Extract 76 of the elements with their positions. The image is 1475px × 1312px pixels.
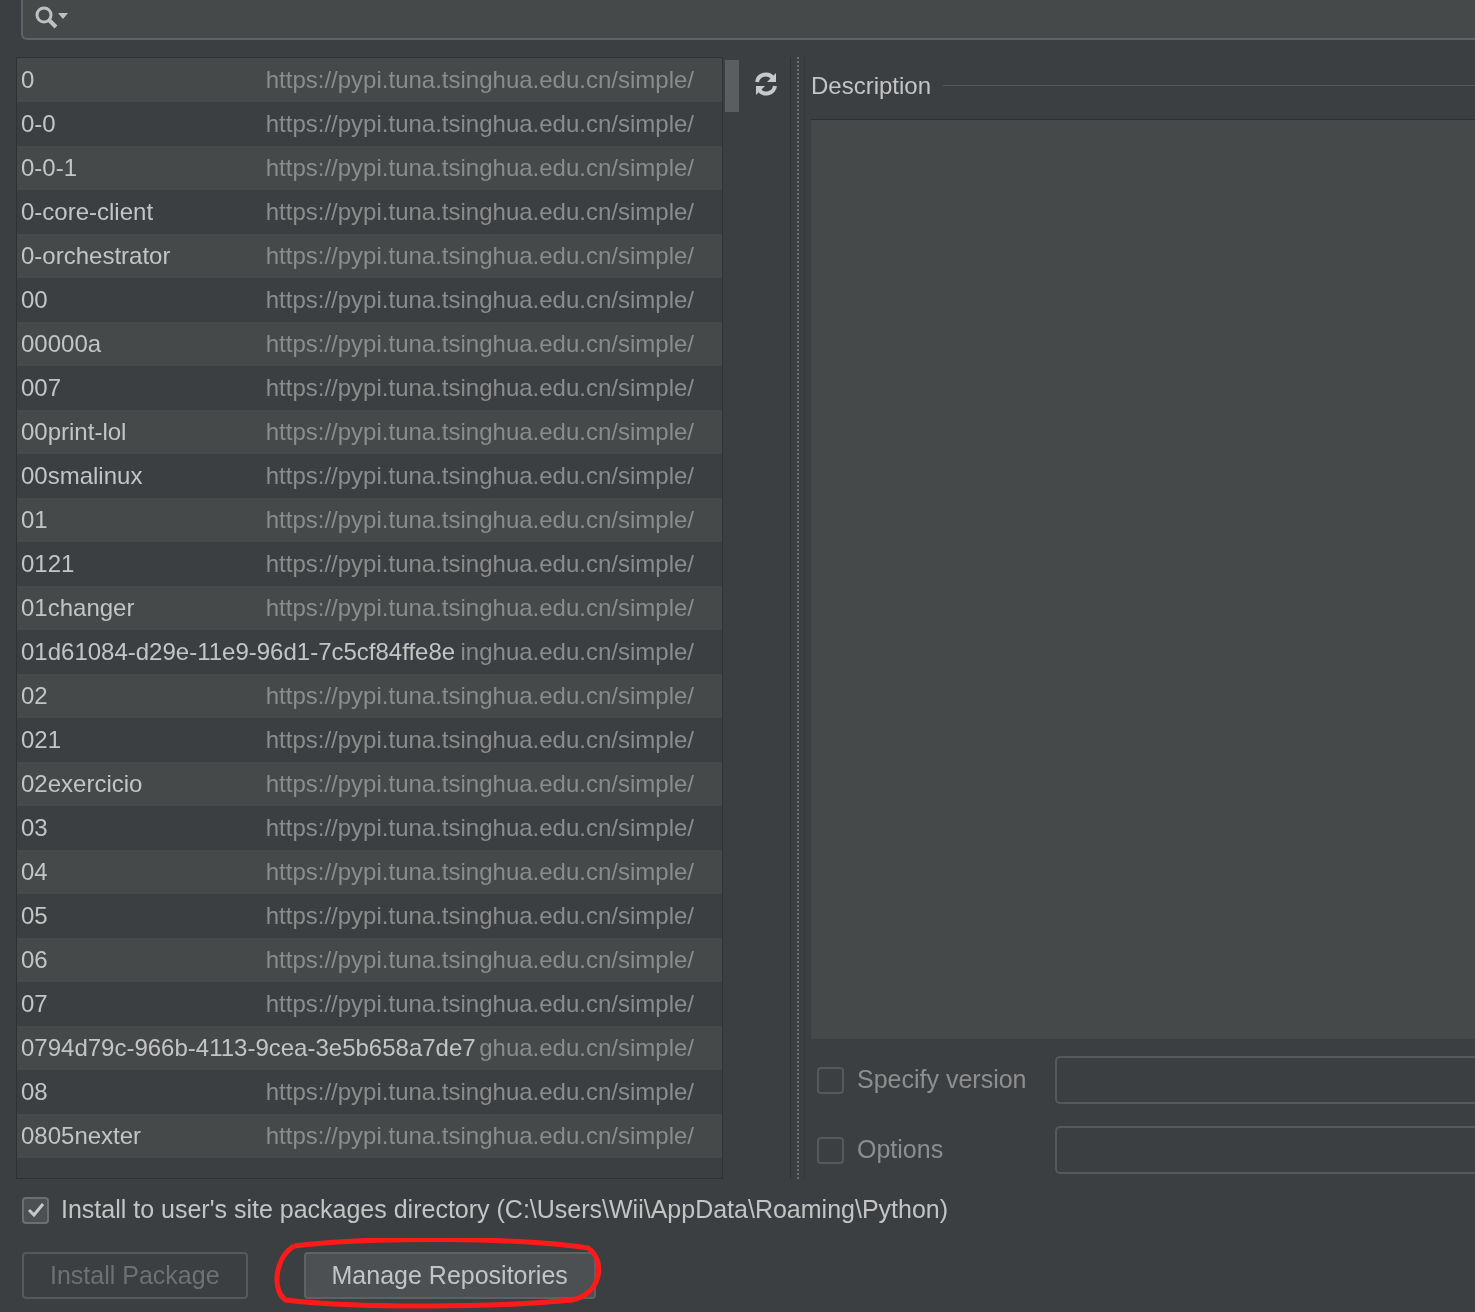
repository-url: https://pypi.tuna.tsinghua.edu.cn/simple/ [265, 681, 694, 711]
package-name: 0 [21, 65, 35, 95]
dialog-button[interactable]: Manage Repositories [303, 1252, 596, 1299]
repository-url: https://pypi.tuna.tsinghua.edu.cn/simple/ [265, 593, 694, 623]
repository-url: inghua.edu.cn/simple/ [460, 637, 694, 667]
repository-url: https://pypi.tuna.tsinghua.edu.cn/simple/ [265, 241, 694, 271]
repository-url: https://pypi.tuna.tsinghua.edu.cn/simple/ [265, 109, 694, 139]
repository-url: https://pypi.tuna.tsinghua.edu.cn/simple/ [265, 461, 694, 491]
package-name: 021 [21, 725, 62, 755]
repository-url: https://pypi.tuna.tsinghua.edu.cn/simple/ [265, 549, 694, 579]
repository-url: https://pypi.tuna.tsinghua.edu.cn/simple/ [265, 65, 694, 95]
repository-url: https://pypi.tuna.tsinghua.edu.cn/simple/ [265, 945, 694, 975]
install-location-label: Install to user's site packages directory (C:\Users\Wii\AppData\Roaming\Python) [61, 1194, 949, 1226]
package-row[interactable]: 0794d79c-966b-4113-9cea-3e5b658a7de7 ghua.edu.cn/simple/ [17, 1026, 722, 1070]
repository-url: https://pypi.tuna.tsinghua.edu.cn/simple/ [265, 769, 694, 799]
scrollbar-thumb[interactable] [725, 60, 739, 112]
package-name: 0-core-client [21, 197, 154, 227]
repository-url: https://pypi.tuna.tsinghua.edu.cn/simple/ [265, 417, 694, 447]
splitter-handle[interactable] [797, 57, 805, 1179]
package-row[interactable]: 0805nexter https://pypi.tuna.tsinghua.edu.cn/simple/ [17, 1114, 722, 1158]
repository-url: https://pypi.tuna.tsinghua.edu.cn/simple/ [265, 197, 694, 227]
package-name: 08 [21, 1077, 48, 1107]
repository-url: https://pypi.tuna.tsinghua.edu.cn/simple/ [265, 813, 694, 843]
package-row[interactable]: 06 https://pypi.tuna.tsinghua.edu.cn/simple/ [17, 938, 722, 982]
package-name: 03 [21, 813, 48, 843]
package-name: 04 [21, 857, 48, 887]
repository-url: ghua.edu.cn/simple/ [479, 1033, 694, 1063]
package-name: 00 [21, 285, 48, 315]
repository-url: https://pypi.tuna.tsinghua.edu.cn/simple/ [265, 1121, 694, 1151]
package-name: 0-0 [21, 109, 56, 139]
package-name: 02 [21, 681, 48, 711]
repository-url: https://pypi.tuna.tsinghua.edu.cn/simple/ [265, 989, 694, 1019]
package-name: 05 [21, 901, 48, 931]
package-name: 02exercicio [21, 769, 143, 799]
package-name: 01changer [21, 593, 135, 623]
package-name: 00smalinux [21, 461, 143, 491]
description-title: Description [811, 70, 932, 101]
package-name: 0-orchestrator [21, 241, 171, 271]
package-name: 01 [21, 505, 48, 535]
search-field[interactable] [21, 0, 1475, 40]
repository-url: https://pypi.tuna.tsinghua.edu.cn/simple/ [265, 725, 694, 755]
repository-url: https://pypi.tuna.tsinghua.edu.cn/simple/ [265, 153, 694, 183]
package-row[interactable]: 00000a https://pypi.tuna.tsinghua.edu.cn/simple/ [17, 322, 722, 366]
package-row[interactable]: 0 https://pypi.tuna.tsinghua.edu.cn/simple/ [17, 58, 722, 102]
package-name: 01d61084-d29e-11e9-96d1-7c5cf84ffe8e [21, 637, 456, 667]
package-row[interactable]: 0-0-1 https://pypi.tuna.tsinghua.edu.cn/simple/ [17, 146, 722, 190]
package-name: 00000a [21, 329, 102, 359]
package-row[interactable]: 0-orchestrator https://pypi.tuna.tsinghua.edu.cn/simple/ [17, 234, 722, 278]
package-row[interactable]: 00print-lol https://pypi.tuna.tsinghua.edu.cn/simple/ [17, 410, 722, 454]
package-row[interactable]: 02exercicio https://pypi.tuna.tsinghua.edu.cn/simple/ [17, 762, 722, 806]
package-name: 06 [21, 945, 48, 975]
repository-url: https://pypi.tuna.tsinghua.edu.cn/simple/ [265, 857, 694, 887]
checkbox[interactable] [22, 1196, 49, 1224]
refresh-icon [752, 71, 779, 97]
repository-url: https://pypi.tuna.tsinghua.edu.cn/simple/ [265, 285, 694, 315]
package-name: 0805nexter [21, 1121, 142, 1151]
repository-url: https://pypi.tuna.tsinghua.edu.cn/simple/ [265, 901, 694, 931]
repository-url: https://pypi.tuna.tsinghua.edu.cn/simple/ [265, 373, 694, 403]
checkbox[interactable] [817, 1136, 844, 1164]
checkmark-icon [26, 1202, 45, 1218]
package-row[interactable]: 01 https://pypi.tuna.tsinghua.edu.cn/simple/ [17, 498, 722, 542]
repository-url: https://pypi.tuna.tsinghua.edu.cn/simple/ [265, 1077, 694, 1107]
repository-url: https://pypi.tuna.tsinghua.edu.cn/simple/ [265, 329, 694, 359]
package-row[interactable]: 04 https://pypi.tuna.tsinghua.edu.cn/simple/ [17, 850, 722, 894]
package-row[interactable]: 02 https://pypi.tuna.tsinghua.edu.cn/simple/ [17, 674, 722, 718]
package-row[interactable]: 01changer https://pypi.tuna.tsinghua.edu.cn/simple/ [17, 586, 722, 630]
package-name: 0-0-1 [21, 153, 78, 183]
option-label: Specify version [857, 1064, 1028, 1096]
package-name: 007 [21, 373, 62, 403]
checkbox[interactable] [817, 1066, 844, 1094]
package-name: 0121 [21, 549, 75, 579]
package-name: 07 [21, 989, 48, 1019]
option-label: Options [857, 1134, 945, 1166]
package-name: 00print-lol [21, 417, 127, 447]
package-name: 0794d79c-966b-4113-9cea-3e5b658a7de7 [21, 1033, 476, 1063]
repository-url: https://pypi.tuna.tsinghua.edu.cn/simple/ [265, 505, 694, 535]
